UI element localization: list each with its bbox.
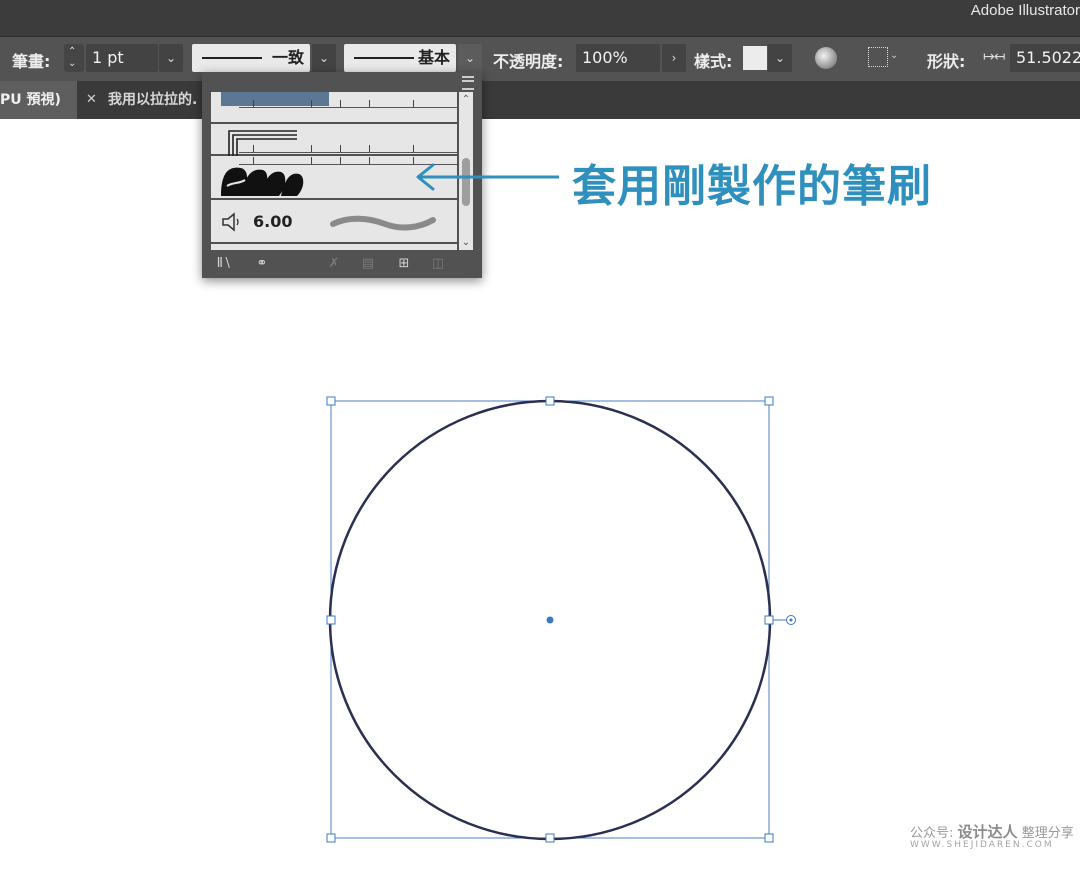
width-field[interactable]: 51.5022 [1010,44,1080,72]
globe-icon[interactable] [815,47,837,69]
brush-ruler [239,144,457,153]
annotation-arrow-icon [416,163,559,191]
calligraphic-stroke-preview [330,215,436,231]
brush-list-item[interactable] [211,92,457,124]
align-icon[interactable] [868,47,888,67]
brush-popup-footer: Ⅱ∖ ⚭ ✗ ▤ ⊞ ◫ [202,250,482,278]
trash-icon[interactable]: ◫ [430,256,446,272]
new-brush-icon[interactable]: ⊞ [396,256,412,272]
close-icon[interactable]: ✕ [86,81,97,119]
style-swatch[interactable] [743,46,767,70]
chevron-down-icon[interactable]: ⌄ [458,44,482,72]
options-icon[interactable]: ▤ [360,256,376,272]
cc-library-icon[interactable]: ⚭ [254,256,270,272]
selection-handle[interactable] [764,396,774,406]
watermark-prefix: 公众号: [910,826,954,841]
selection-handle[interactable] [326,615,336,625]
panel-menu-icon[interactable] [462,76,474,90]
profile-line-preview [202,57,262,59]
brush-label: 基本 [417,48,450,67]
selection-handle[interactable] [326,396,336,406]
artboard-canvas[interactable] [0,119,1080,872]
style-label: 樣式: [694,52,733,71]
calligraphic-brush-list-item[interactable]: 6.00 [211,200,457,244]
stroke-weight-spinner[interactable]: ⌃ ⌄ [64,44,84,72]
chevron-down-icon[interactable]: ⌄ [768,44,792,72]
selection-handle[interactable] [764,833,774,843]
document-tab-bar: PU 預視) ✕ 我用以拉拉的. [0,81,1080,119]
brush-definition-select[interactable]: 基本 [344,44,456,72]
control-bar: 筆畫: ⌃ ⌄ 1 pt ⌄ 一致 ⌄ 基本 ⌄ 不透明度: 100% › 樣式… [0,36,1080,81]
stroke-label: 筆畫: [12,52,51,71]
brush-ruler [239,99,457,108]
shape-label: 形狀: [927,52,966,71]
width-icon: ↦↤ [983,49,1005,65]
stroke-weight-field[interactable]: 1 pt [86,44,158,72]
watermark-suffix: 整理分享 [1021,826,1074,841]
brush-list-item[interactable] [211,124,457,156]
selection-handle[interactable] [326,833,336,843]
brush-list: 6.00 [211,92,457,318]
tab-document-1[interactable]: PU 預視) [0,81,77,119]
chevron-down-icon[interactable]: ⌄ [890,50,898,61]
remove-stroke-icon[interactable]: ✗ [326,256,342,272]
chevron-down-icon[interactable]: ⌄ [159,44,183,72]
tab-document-2[interactable]: 我用以拉拉的. [108,81,197,119]
scroll-down-icon[interactable]: ⌄ [459,237,473,248]
speaker-icon [222,212,239,232]
spinner-up-icon[interactable]: ⌃ [68,47,76,57]
selection-handle[interactable] [545,833,555,843]
spinner-down-icon[interactable]: ⌄ [68,59,76,69]
chevron-down-icon[interactable]: ⌄ [312,44,336,72]
selection-handle[interactable] [545,396,555,406]
center-point [546,616,554,624]
brush-size-value: 6.00 [253,212,293,231]
opacity-label: 不透明度: [493,52,564,71]
custom-brush-preview [221,167,304,196]
opacity-field[interactable]: 100% [576,44,660,72]
brush-library-icon[interactable]: Ⅱ∖ [216,256,232,272]
annotation-text: 套用剛製作的筆刷 [572,161,932,212]
watermark-brand: 设计达人 [957,823,1018,841]
variable-width-label: 一致 [271,48,304,67]
pie-widget-dot [789,618,793,622]
title-bar: Adobe Illustrator [0,0,1080,36]
watermark-url: WWW.SHEJIDAREN.COM [910,840,1054,850]
watermark-line1: 公众号: 设计达人 整理分享 [910,821,1074,842]
app-title: Adobe Illustrator [970,2,1080,19]
chevron-right-icon[interactable]: › [662,44,686,72]
variable-width-profile-select[interactable]: 一致 [192,44,310,72]
brush-line-preview [354,57,414,59]
scroll-up-icon[interactable]: ⌃ [459,94,473,105]
selection-handle[interactable] [764,615,774,625]
